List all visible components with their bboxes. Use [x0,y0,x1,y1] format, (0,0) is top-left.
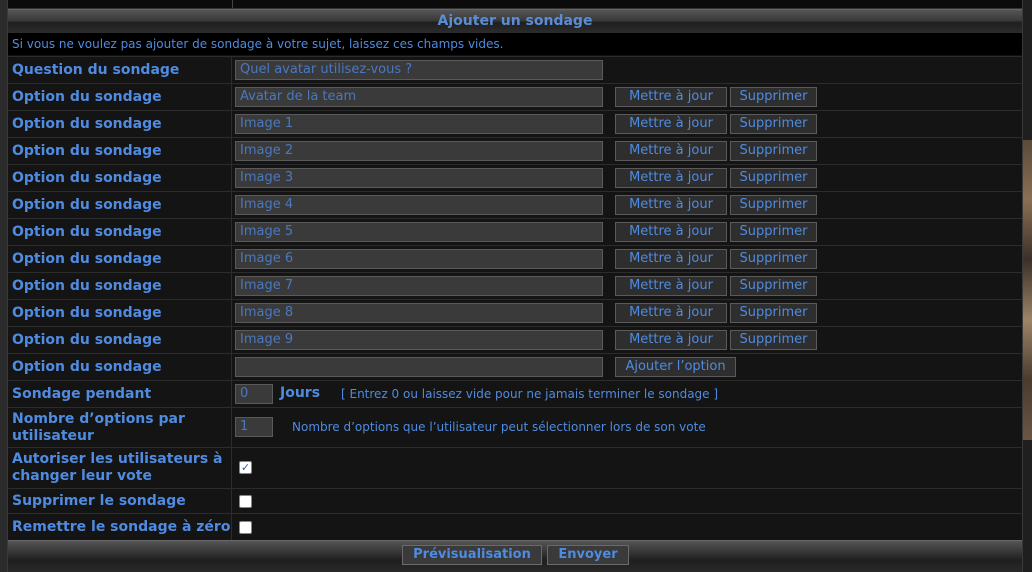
duration-hint: [ Entrez 0 ou laissez vide pour ne jamai… [341,387,719,401]
update-option-button[interactable]: Mettre à jour [615,141,727,161]
option-label: Option du sondage [8,138,232,164]
right-edge-panel [1022,0,1032,572]
max-options-label: Nombre d’options par utilisateur [8,408,232,447]
option-row: Option du sondage Image 1 Mettre à jour Sup… [8,110,1022,137]
option-label: Option du sondage [8,246,232,272]
reset-poll-row: Remettre le sondage à zéro [8,513,1022,540]
new-option-label: Option du sondage [8,354,232,380]
new-option-row: Option du sondage Ajouter l’option [8,353,1022,380]
previous-row-strip [8,0,1022,9]
duration-unit: Jours [280,385,321,401]
option-label: Option du sondage [8,111,232,137]
option-row: Option du sondage Image 4 Mettre à jour Sup… [8,191,1022,218]
option-row: Option du sondage Image 7 Mettre à jour Sup… [8,272,1022,299]
option-row: Option du sondage Image 8 Mettre à jour Sup… [8,299,1022,326]
delete-option-button[interactable]: Supprimer [730,276,817,296]
option-input[interactable]: Avatar de la team [235,87,603,107]
preview-button[interactable]: Prévisualisation [402,545,542,565]
option-label: Option du sondage [8,300,232,326]
add-option-button[interactable]: Ajouter l’option [615,357,736,377]
option-input[interactable]: Image 7 [235,276,603,296]
option-label: Option du sondage [8,327,232,353]
submit-button[interactable]: Envoyer [547,545,629,565]
delete-poll-row: Supprimer le sondage [8,488,1022,513]
delete-poll-checkbox[interactable] [239,495,252,508]
option-input[interactable]: Image 4 [235,195,603,215]
duration-row: Sondage pendant 0 Jours [ Entrez 0 ou la… [8,380,1022,407]
option-row: Option du sondage Image 2 Mettre à jour Sup… [8,137,1022,164]
update-option-button[interactable]: Mettre à jour [615,114,727,134]
cell-divider [232,0,233,8]
question-row: Question du sondage Quel avatar utilisez… [8,56,1022,83]
page: Ajouter un sondage Si vous ne voulez pas… [0,0,1032,572]
delete-option-button[interactable]: Supprimer [730,330,817,350]
option-input[interactable]: Image 8 [235,303,603,323]
option-label: Option du sondage [8,165,232,191]
max-options-hint: Nombre d’options que l’utilisateur peut … [292,420,706,434]
delete-option-button[interactable]: Supprimer [730,195,817,215]
allow-change-row: Autoriser les utilisateurs à changer leu… [8,447,1022,488]
option-label: Option du sondage [8,192,232,218]
duration-input[interactable]: 0 [235,384,273,404]
delete-option-button[interactable]: Supprimer [730,249,817,269]
delete-option-button[interactable]: Supprimer [730,168,817,188]
duration-label: Sondage pendant [8,381,232,407]
background-image-strip [1022,140,1032,440]
update-option-button[interactable]: Mettre à jour [615,87,727,107]
update-option-button[interactable]: Mettre à jour [615,330,727,350]
option-label: Option du sondage [8,84,232,110]
option-input[interactable]: Image 5 [235,222,603,242]
option-row: Option du sondage Image 6 Mettre à jour Sup… [8,245,1022,272]
reset-poll-checkbox[interactable] [239,521,252,534]
delete-option-button[interactable]: Supprimer [730,141,817,161]
max-options-input[interactable]: 1 [235,417,273,437]
option-input[interactable]: Image 3 [235,168,603,188]
delete-poll-label: Supprimer le sondage [8,489,232,513]
option-input[interactable]: Image 2 [235,141,603,161]
question-label: Question du sondage [8,57,232,83]
option-label: Option du sondage [8,219,232,245]
delete-option-button[interactable]: Supprimer [730,303,817,323]
allow-change-checkbox[interactable]: ✓ [239,461,252,474]
question-input[interactable]: Quel avatar utilisez-vous ? [235,60,603,80]
update-option-button[interactable]: Mettre à jour [615,195,727,215]
option-row: Option du sondage Image 3 Mettre à jour Sup… [8,164,1022,191]
update-option-button[interactable]: Mettre à jour [615,276,727,296]
poll-form: Ajouter un sondage Si vous ne voulez pas… [7,0,1023,572]
option-input[interactable]: Image 6 [235,249,603,269]
update-option-button[interactable]: Mettre à jour [615,249,727,269]
delete-option-button[interactable]: Supprimer [730,114,817,134]
option-row: Option du sondage Image 5 Mettre à jour Sup… [8,218,1022,245]
option-label: Option du sondage [8,273,232,299]
delete-option-button[interactable]: Supprimer [730,87,817,107]
section-info: Si vous ne voulez pas ajouter de sondage… [8,34,1022,55]
option-input[interactable]: Image 9 [235,330,603,350]
section-title: Ajouter un sondage [8,9,1022,34]
update-option-button[interactable]: Mettre à jour [615,168,727,188]
form-footer: Prévisualisation Envoyer [8,540,1022,572]
update-option-button[interactable]: Mettre à jour [615,303,727,323]
new-option-input[interactable] [235,357,603,377]
allow-change-label: Autoriser les utilisateurs à changer leu… [8,448,232,488]
max-options-row: Nombre d’options par utilisateur 1 Nombr… [8,407,1022,447]
option-row: Option du sondage Image 9 Mettre à jour Sup… [8,326,1022,353]
delete-option-button[interactable]: Supprimer [730,222,817,242]
option-row: Option du sondage Avatar de la team Mettre… [8,83,1022,110]
reset-poll-label: Remettre le sondage à zéro [8,514,232,540]
update-option-button[interactable]: Mettre à jour [615,222,727,242]
option-input[interactable]: Image 1 [235,114,603,134]
